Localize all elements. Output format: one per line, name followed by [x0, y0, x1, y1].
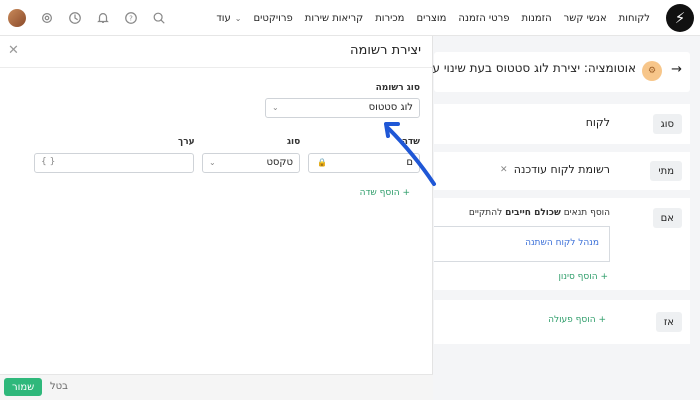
automation-if-row: אם הוסף תנאים שכולם חייבים להתקיים מנהל …	[434, 198, 690, 290]
nav-item-customers[interactable]: לקוחות	[613, 13, 656, 24]
automation-then-row: אז + הוסף פעולה	[434, 300, 690, 344]
record-type-label: סוג רשומה	[375, 83, 420, 93]
main-nav: לקוחות אנשי קשר הזמנות פרטי הזמנה מוצרים…	[210, 0, 656, 36]
clock-icon[interactable]	[68, 11, 82, 25]
automation-icon: ⚙	[642, 61, 662, 81]
gear-icon[interactable]	[40, 11, 54, 25]
close-icon[interactable]: ✕	[8, 43, 19, 58]
record-type-value: לוג סטטוס	[368, 102, 413, 113]
nav-more-menu[interactable]: עוד ⌄	[210, 13, 247, 24]
drawer-footer: שמור בטל	[0, 374, 433, 400]
avatar[interactable]	[8, 9, 26, 27]
record-type-select[interactable]: לוג סטטוס ⌄	[265, 98, 420, 118]
nav-item-contacts[interactable]: אנשי קשר	[558, 13, 613, 24]
value-input[interactable]: { }	[34, 153, 194, 173]
automation-when-row: מתי רשומת לקוח עודכנה ✕	[434, 152, 690, 190]
cancel-button[interactable]: בטל	[50, 381, 68, 392]
condition-box[interactable]: מנהל לקוח השתנה	[434, 226, 610, 262]
column-value-label: ערך	[178, 137, 195, 147]
field-value: ם	[406, 157, 413, 168]
when-value[interactable]: רשומת לקוח עודכנה	[514, 163, 610, 176]
add-action-button[interactable]: + הוסף פעולה	[548, 315, 606, 325]
svg-text:?: ?	[129, 15, 133, 23]
back-arrow-icon[interactable]: →	[671, 62, 682, 77]
if-tag: אם	[652, 208, 682, 228]
automation-type-row: סוג לקוח	[434, 104, 690, 144]
nav-more-label: עוד	[216, 12, 231, 24]
type-value: טקסט	[266, 157, 293, 168]
save-button[interactable]: שמור	[4, 378, 43, 396]
type-tag: סוג	[652, 114, 682, 134]
if-hint-pre: הוסף תנאים	[560, 208, 610, 218]
nav-item-products[interactable]: מוצרים	[410, 13, 452, 24]
if-hint: הוסף תנאים שכולם חייבים להתקיים	[469, 208, 610, 218]
help-icon[interactable]: ?	[124, 11, 138, 25]
bell-icon[interactable]	[96, 11, 110, 25]
add-field-button[interactable]: + הוסף שדה	[360, 188, 410, 198]
nav-item-orders[interactable]: הזמנות	[516, 13, 558, 24]
nav-item-service-calls[interactable]: קריאות שירות	[299, 13, 369, 24]
drawer-title: יצירת רשומה	[350, 43, 421, 58]
chevron-down-icon: ⌄	[272, 103, 279, 112]
field-select[interactable]: ם 🔒	[308, 153, 420, 173]
lock-icon: 🔒	[317, 158, 327, 167]
close-icon[interactable]: ✕	[500, 165, 508, 175]
search-icon[interactable]	[152, 11, 166, 25]
column-field-label: שדה	[401, 137, 420, 147]
top-navigation-bar: ⚡ לקוחות אנשי קשר הזמנות פרטי הזמנה מוצר…	[0, 0, 700, 36]
column-type-label: סוג	[287, 137, 301, 147]
nav-item-projects[interactable]: פרויקטים	[247, 13, 298, 24]
add-filter-button[interactable]: + הוסף סינון	[558, 272, 608, 282]
automation-title: אוטומציה: יצירת לוג סטטוס בעת שינוי ע	[432, 61, 636, 75]
chevron-down-icon: ⌄	[209, 158, 216, 167]
value-placeholder: { }	[41, 157, 56, 167]
drawer-header: ✕ יצירת רשומה	[0, 36, 433, 68]
create-record-drawer: ✕ יצירת רשומה סוג רשומה לוג סטטוס ⌄ שדה …	[0, 36, 433, 400]
if-hint-post: להתקיים	[468, 208, 506, 218]
nav-item-sales[interactable]: מכירות	[369, 13, 410, 24]
type-select[interactable]: טקסט ⌄	[202, 153, 300, 173]
when-tag: מתי	[650, 161, 682, 181]
automation-header: → ⚙ אוטומציה: יצירת לוג סטטוס בעת שינוי …	[432, 52, 690, 92]
type-value[interactable]: לקוח	[586, 116, 610, 129]
app-logo-icon[interactable]: ⚡	[666, 4, 694, 32]
nav-item-order-details[interactable]: פרטי הזמנה	[452, 13, 515, 24]
topbar-icons: ?	[8, 0, 166, 36]
condition-text[interactable]: מנהל לקוח השתנה	[525, 238, 599, 248]
chevron-down-icon: ⌄	[234, 13, 242, 23]
if-hint-bold: שכולם חייבים	[505, 208, 561, 218]
then-tag: אז	[655, 312, 682, 332]
